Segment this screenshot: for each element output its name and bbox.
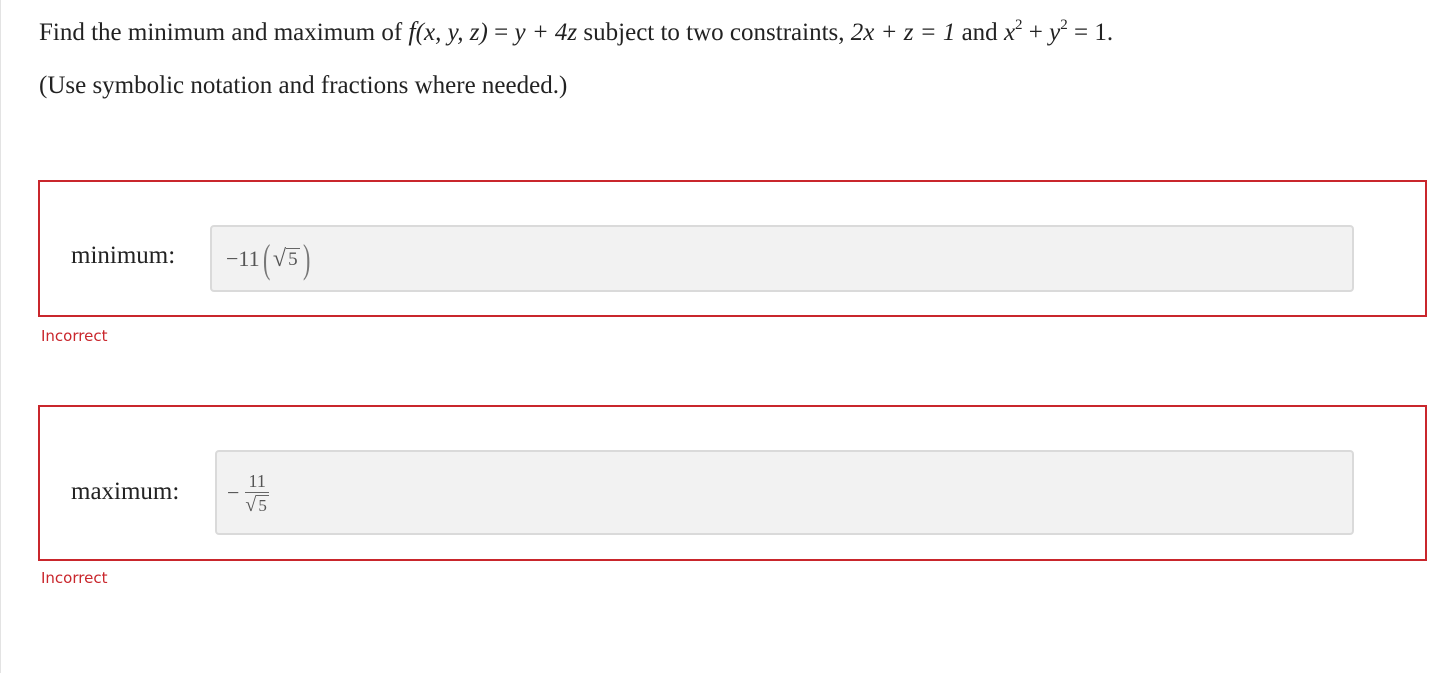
maximum-sign: − [227, 480, 240, 505]
constraint-two-y: y [1049, 19, 1061, 46]
and-text: and [955, 19, 1004, 46]
constraint-two-y-exponent: 2 [1060, 17, 1068, 33]
maximum-input[interactable]: − 11 √ 5 [215, 450, 1354, 535]
fraction-denominator: √ 5 [245, 493, 269, 516]
instruction-hint: (Use symbolic notation and fractions whe… [39, 72, 568, 99]
maximum-answer-box: maximum: − 11 √ 5 [38, 405, 1427, 561]
maximum-numerator: 11 [245, 471, 269, 493]
minimum-label: minimum: [71, 242, 176, 269]
minimum-math-value: −11 ( √ 5 ) [226, 235, 313, 283]
constraint-two-x-exponent: 2 [1015, 17, 1023, 33]
constraint-two-tail: = 1. [1067, 19, 1114, 46]
minimum-feedback: Incorrect [41, 327, 108, 345]
maximum-math-value: − 11 √ 5 [227, 458, 269, 528]
equals-sign: = [487, 19, 515, 46]
page-left-border [0, 0, 1, 673]
minimum-answer-box: minimum: −11 ( √ 5 ) [38, 180, 1427, 317]
question-middle: subject to two constraints, [577, 19, 851, 46]
sqrt-expression: √ 5 [273, 247, 300, 271]
constraint-two-x: x [1003, 19, 1016, 46]
function-args: (x, y, z) [415, 19, 488, 46]
maximum-label: maximum: [71, 478, 180, 505]
constraint-one: 2x + z = 1 [850, 19, 956, 46]
question-intro: Find the minimum and maximum of [39, 19, 409, 46]
question-text: Find the minimum and maximum of f(x, y, … [39, 14, 1113, 51]
maximum-feedback: Incorrect [41, 569, 108, 587]
left-paren-glyph: ( [262, 236, 270, 281]
function-name: f [408, 17, 416, 46]
minimum-radicand: 5 [286, 248, 300, 270]
constraint-two-plus: + [1022, 19, 1050, 46]
right-paren-glyph: ) [302, 236, 310, 281]
minimum-input[interactable]: −11 ( √ 5 ) [210, 225, 1354, 292]
function-expression: y + 4z [514, 19, 578, 46]
minimum-coefficient: −11 [226, 246, 260, 271]
radical-sign-glyph: √ [245, 494, 257, 516]
radical-sign-glyph: √ [272, 246, 287, 272]
maximum-radicand: 5 [256, 495, 269, 515]
fraction: 11 √ 5 [245, 471, 269, 516]
